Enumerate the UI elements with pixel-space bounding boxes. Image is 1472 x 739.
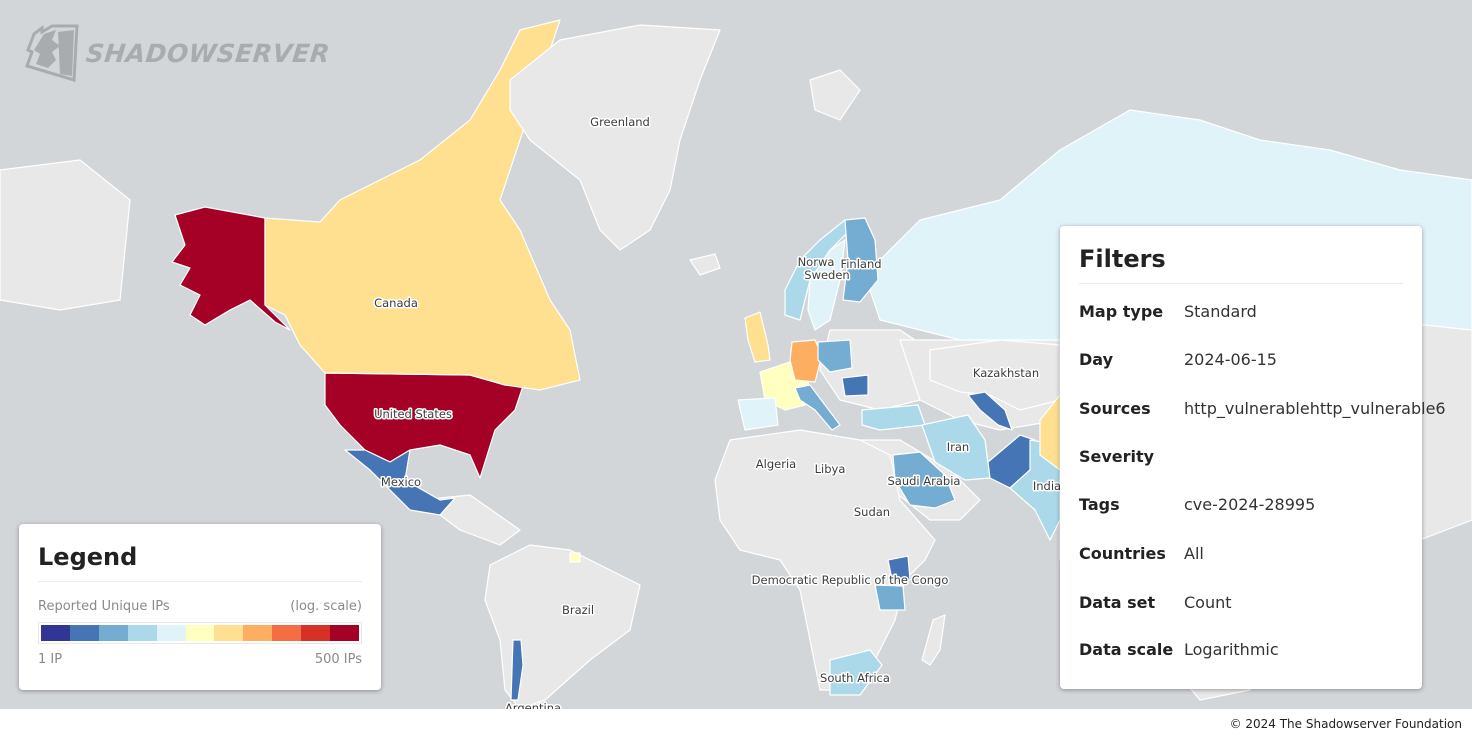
legend-panel: Legend Reported Unique IPs (log. scale) … [19, 524, 381, 690]
legend-swatch [272, 625, 302, 641]
country-label-greenland: Greenland [590, 115, 650, 129]
filter-label: Day [1079, 349, 1114, 369]
shadowserver-logo[interactable]: SHADOWSERVER [22, 24, 332, 82]
filter-label: Tags [1079, 494, 1120, 514]
legend-swatch [69, 625, 99, 641]
country-label-finland: Finland [840, 257, 881, 271]
country-guiana[interactable]: French Guiana [569, 552, 581, 563]
landmass-iceland [689, 253, 721, 276]
filter-row-severity: Severity [1079, 445, 1184, 467]
landmass-madagascar [921, 614, 946, 666]
legend-title: Legend [38, 543, 138, 571]
footer: © 2024 The Shadowserver Foundation [0, 709, 1472, 739]
legend-scale-note: (log. scale) [290, 599, 362, 614]
country-label-iran: Iran [947, 440, 969, 454]
country-romania[interactable]: Romania [841, 374, 869, 397]
country-tanzania[interactable]: Tanzania [874, 584, 906, 611]
copyright-text: © 2024 The Shadowserver Foundation [1229, 717, 1462, 731]
filter-label: Severity [1079, 446, 1155, 466]
legend-swatch [185, 625, 215, 641]
filter-label: Countries [1079, 543, 1166, 563]
landmass-west-asia-siberia [0, 159, 131, 311]
legend-swatch [127, 625, 157, 641]
country-label-argentina: Argentina [505, 701, 561, 709]
filter-row-data-set: Data set Count [1079, 591, 1232, 613]
legend-swatch [243, 625, 273, 641]
legend-swatch [98, 625, 128, 641]
filters-title: Filters [1079, 245, 1166, 273]
country-label-norway: Norwa [798, 255, 835, 269]
country-italy[interactable]: Italy [794, 384, 841, 431]
legend-swatch [330, 625, 359, 641]
filter-value: 2024-06-15 [1184, 349, 1277, 369]
country-label-india: India [1033, 479, 1061, 493]
legend-swatch [214, 625, 244, 641]
filter-row-day: Day 2024-06-15 [1079, 348, 1277, 370]
legend-max-label: 500 IPs [314, 652, 362, 667]
logo-text: SHADOWSERVER [84, 38, 332, 68]
country-label-kazakhstan: Kazakhstan [973, 366, 1039, 380]
country-label-saudi: Saudi Arabia [888, 474, 961, 488]
legend-metric-label: Reported Unique IPs [38, 599, 170, 614]
filter-label: Map type [1079, 301, 1164, 321]
filter-value: Standard [1184, 301, 1257, 321]
legend-swatch [156, 625, 186, 641]
country-southamerica[interactable]: South America (other) [484, 544, 641, 709]
country-label-algeria: Algeria [756, 457, 796, 471]
legend-min-label: 1 IP [38, 652, 63, 667]
country-usa[interactable]: United States [324, 372, 526, 479]
country-label-usa: United States [374, 407, 452, 421]
filter-row-countries: Countries All [1079, 542, 1204, 564]
country-label-southamerica: Brazil [562, 603, 594, 617]
legend-swatch [41, 625, 70, 641]
filters-panel: Filters Map type Standard Day 2024-06-15… [1060, 226, 1446, 689]
filter-label: Data scale [1079, 639, 1174, 659]
landmass-svalbard [809, 69, 861, 121]
filter-row-data-scale: Data scale Logarithmic [1079, 638, 1279, 660]
country-label-mexico: Mexico [381, 475, 421, 489]
country-turkey[interactable]: Turkey [861, 404, 926, 431]
filter-label: Sources [1079, 398, 1151, 418]
filter-row-tags: Tags cve-2024-28995 [1079, 493, 1315, 515]
filter-value: cve-2024-28995 [1184, 494, 1316, 514]
filter-value: Logarithmic [1184, 639, 1279, 659]
country-label-drc: Democratic Republic of the Congo [752, 573, 949, 587]
country-germany[interactable]: Germany [789, 339, 823, 383]
country-label-libya: Libya [815, 462, 846, 476]
filter-value: All [1184, 543, 1204, 563]
shadowserver-logo-icon [25, 24, 79, 82]
filter-row-sources: Sources http_vulnerablehttp_vulnerable6 [1079, 397, 1446, 419]
country-label-canada: Canada [374, 296, 418, 310]
country-greenland[interactable]: Greenland [509, 24, 721, 251]
filter-value: http_vulnerablehttp_vulnerable6 [1184, 398, 1446, 418]
filter-row-map-type: Map type Standard [1079, 300, 1257, 322]
filters-divider [1079, 283, 1403, 284]
legend-swatch [301, 625, 331, 641]
country-label-sudan: Sudan [854, 505, 890, 519]
legend-divider [38, 581, 362, 582]
country-spain[interactable]: Spain [737, 397, 779, 431]
filter-label: Data set [1079, 592, 1156, 612]
legend-color-scale [38, 622, 362, 644]
filter-value: Count [1184, 592, 1232, 612]
country-label-southafrica: South Africa [820, 671, 890, 685]
country-uk[interactable]: United Kingdom [744, 311, 771, 363]
